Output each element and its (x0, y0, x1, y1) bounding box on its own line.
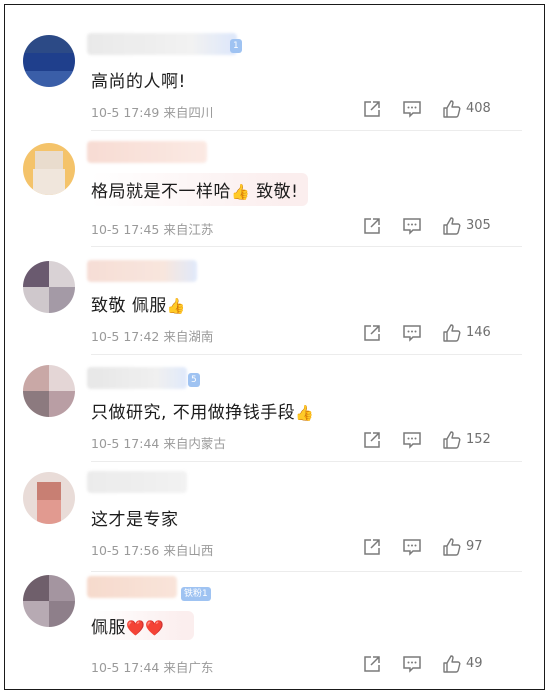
comment-time: 10-5 17:49 (91, 105, 160, 120)
thumbs-up-icon (443, 217, 461, 235)
like-button[interactable] (442, 216, 462, 236)
comment-meta: 10-5 17:44 来自内蒙古 (91, 433, 226, 452)
comment-actions: 97 (362, 537, 514, 557)
thumbs-up-emoji: 👍 (231, 183, 251, 201)
thumbs-up-icon (443, 538, 461, 556)
username-blurred[interactable] (87, 367, 187, 389)
username-blurred[interactable] (87, 260, 197, 282)
comment-meta: 10-5 17:42 来自湖南 (91, 326, 213, 345)
like-button[interactable] (442, 430, 462, 450)
comment-actions: 146 (362, 323, 522, 343)
reply-button[interactable] (402, 216, 422, 236)
comment-location: 来自广东 (163, 660, 214, 675)
divider (91, 246, 522, 247)
share-icon (364, 101, 380, 117)
comment-location: 来自江苏 (163, 222, 214, 237)
share-button[interactable] (362, 654, 382, 674)
reply-button[interactable] (402, 537, 422, 557)
like-button[interactable] (442, 654, 462, 674)
heart-emoji: ❤️❤️ (126, 619, 165, 637)
like-count: 152 (466, 432, 491, 447)
share-button[interactable] (362, 216, 382, 236)
like-count: 146 (466, 325, 491, 340)
comment-meta: 10-5 17:56 来自山西 (91, 540, 213, 559)
share-button[interactable] (362, 323, 382, 343)
thumbs-up-emoji: 👍 (166, 297, 187, 315)
share-button[interactable] (362, 99, 382, 119)
share-button[interactable] (362, 430, 382, 450)
reply-icon (403, 656, 421, 673)
like-count: 305 (466, 218, 491, 233)
divider (91, 354, 522, 355)
like-count: 49 (466, 656, 483, 671)
comment-location: 来自山西 (163, 543, 214, 558)
comment-actions: 305 (362, 216, 522, 236)
comment-meta: 10-5 17:44 来自广东 (91, 657, 213, 676)
thumbs-up-icon (443, 655, 461, 673)
avatar[interactable] (23, 143, 75, 195)
like-button[interactable] (442, 323, 462, 343)
thumbs-up-icon (443, 431, 461, 449)
comment-time: 10-5 17:42 (91, 329, 160, 344)
reply-button[interactable] (402, 99, 422, 119)
avatar[interactable] (23, 365, 75, 417)
comment-location: 来自内蒙古 (163, 436, 226, 451)
avatar[interactable] (23, 472, 75, 524)
comment-actions: 408 (362, 99, 522, 119)
comment-text: 致敬 佩服👍 (91, 296, 187, 316)
avatar[interactable] (23, 261, 75, 313)
comment-time: 10-5 17:44 (91, 660, 160, 675)
share-icon (364, 432, 380, 448)
user-badge: 5 (188, 373, 200, 387)
divider (91, 130, 522, 131)
username-blurred[interactable] (87, 471, 187, 493)
username-blurred[interactable] (87, 141, 207, 163)
reply-icon (403, 539, 421, 556)
comment-meta: 10-5 17:49 来自四川 (91, 102, 213, 121)
comment-text: 佩服❤️❤️ (91, 611, 195, 640)
username-blurred[interactable] (87, 33, 237, 55)
comment-actions: 152 (362, 430, 522, 450)
divider (91, 461, 522, 462)
reply-icon (403, 101, 421, 118)
reply-button[interactable] (402, 323, 422, 343)
like-count: 408 (466, 101, 491, 116)
reply-icon (403, 218, 421, 235)
comment-text: 格局就是不一样哈👍 致敬! (91, 173, 309, 206)
comment-text: 只做研究, 不用做挣钱手段👍 (91, 403, 315, 423)
share-button[interactable] (362, 537, 382, 557)
like-count: 97 (466, 539, 483, 554)
avatar[interactable] (23, 35, 75, 87)
reply-icon (403, 432, 421, 449)
share-icon (364, 218, 380, 234)
avatar[interactable] (23, 575, 75, 627)
comment-time: 10-5 17:44 (91, 436, 160, 451)
reply-button[interactable] (402, 654, 422, 674)
comment-time: 10-5 17:45 (91, 222, 160, 237)
comment-text: 这才是专家 (91, 510, 179, 530)
comment-location: 来自四川 (163, 105, 214, 120)
comment-list: 1 高尚的人啊! 10-5 17:49 来自四川 408 格局就是不一样哈👍 致… (4, 4, 545, 690)
thumbs-up-emoji: 👍 (295, 404, 315, 422)
reply-button[interactable] (402, 430, 422, 450)
thumbs-up-icon (443, 100, 461, 118)
like-button[interactable] (442, 537, 462, 557)
comment-text: 高尚的人啊! (91, 72, 186, 92)
divider (91, 571, 522, 572)
reply-icon (403, 325, 421, 342)
username-blurred[interactable] (87, 576, 177, 598)
comment-meta: 10-5 17:45 来自江苏 (91, 219, 213, 238)
share-icon (364, 539, 380, 555)
share-icon (364, 656, 380, 672)
thumbs-up-icon (443, 324, 461, 342)
comment-location: 来自湖南 (163, 329, 214, 344)
share-icon (364, 325, 380, 341)
user-badge: 铁粉1 (181, 587, 211, 601)
comment-actions: 49 (362, 654, 514, 674)
like-button[interactable] (442, 99, 462, 119)
comment-time: 10-5 17:56 (91, 543, 160, 558)
user-badge: 1 (230, 39, 242, 53)
